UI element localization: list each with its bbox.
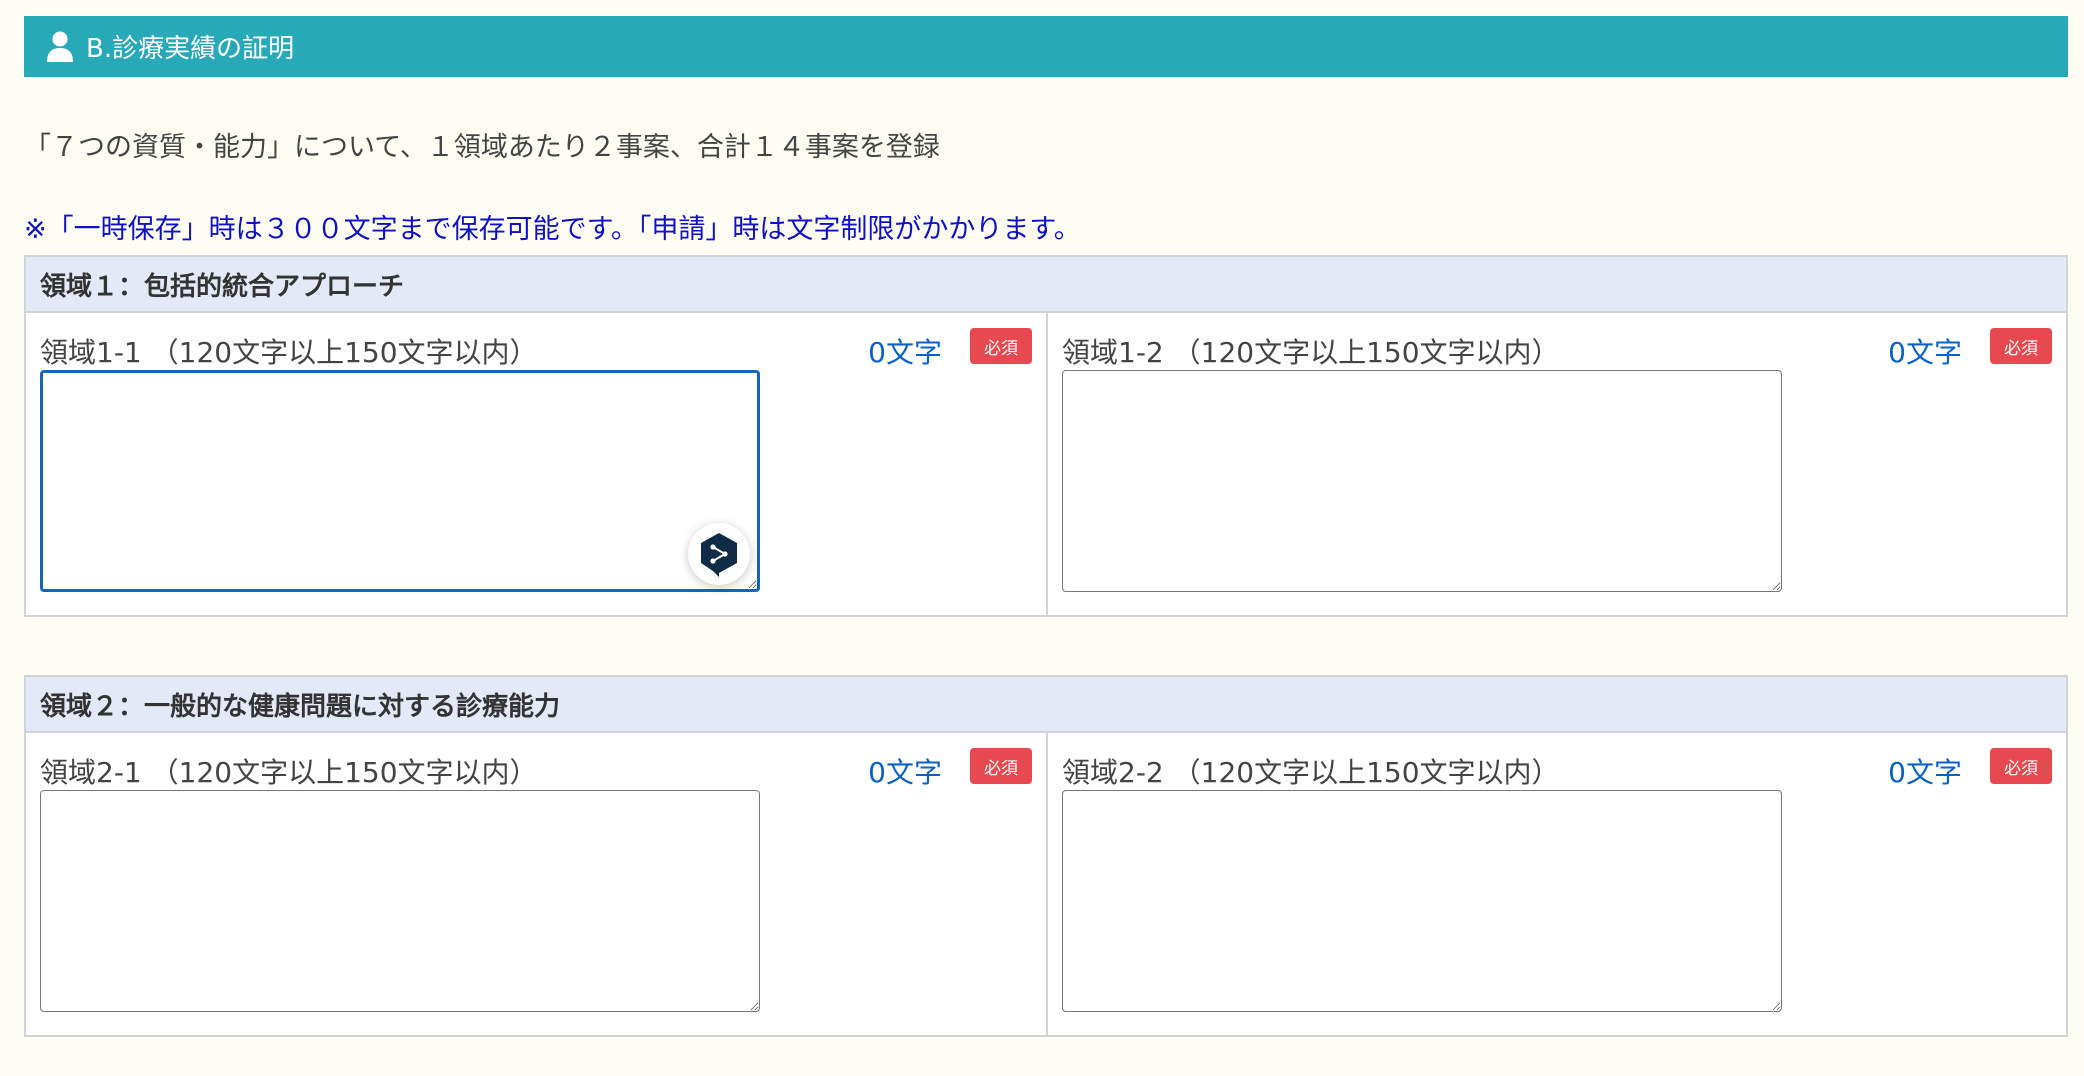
item-1-2-required-badge: 必須: [1990, 328, 2052, 364]
intro-text: 「７つの資質・能力」について、１領域あたり２事案、合計１４事案を登録: [24, 132, 940, 163]
save-note: ※「一時保存」時は３００文字まで保存可能です。「申請」時は文字制限がかかります。: [24, 214, 1081, 245]
item-1-1-char-count: 0文字: [868, 336, 942, 369]
item-2-1-char-count: 0文字: [868, 756, 942, 789]
page: B.診療実績の証明 「７つの資質・能力」について、１領域あたり２事案、合計１４事…: [24, 16, 2068, 1037]
domain-1-panel: 領域１：包括的統合アプローチ 領域1-1 （120文字以上150文字以内） 0文…: [24, 255, 2068, 617]
domain-2-body: 領域2-1 （120文字以上150文字以内） 0文字 必須 領域2-2 （120…: [26, 733, 2066, 1035]
item-1-1-required-badge: 必須: [970, 328, 1032, 364]
item-1-2-label: 領域1-2 （120文字以上150文字以内）: [1062, 336, 1560, 369]
item-2-2-textarea[interactable]: [1062, 790, 1782, 1012]
section-header: B.診療実績の証明: [24, 16, 2068, 77]
item-2-1-textarea[interactable]: [40, 790, 760, 1012]
person-icon: [47, 31, 73, 62]
domain-1-title: 領域１：包括的統合アプローチ: [26, 257, 2066, 313]
domain-1-body: 領域1-1 （120文字以上150文字以内） 0文字 必須 領域1-2 （120…: [26, 313, 2066, 615]
item-1-1-label: 領域1-1 （120文字以上150文字以内）: [40, 336, 538, 369]
item-1-1: 領域1-1 （120文字以上150文字以内） 0文字 必須: [26, 313, 1046, 615]
item-2-1-label: 領域2-1 （120文字以上150文字以内）: [40, 756, 538, 789]
domain-2-panel: 領域２：一般的な健康問題に対する診療能力 領域2-1 （120文字以上150文字…: [24, 675, 2068, 1037]
translate-assistant-button[interactable]: [688, 523, 750, 585]
item-2-2: 領域2-2 （120文字以上150文字以内） 0文字 必須: [1046, 733, 2066, 1035]
item-1-1-textarea[interactable]: [40, 370, 760, 592]
item-2-2-label: 領域2-2 （120文字以上150文字以内）: [1062, 756, 1560, 789]
item-2-1: 領域2-1 （120文字以上150文字以内） 0文字 必須: [26, 733, 1046, 1035]
item-2-1-required-badge: 必須: [970, 748, 1032, 784]
item-1-2: 領域1-2 （120文字以上150文字以内） 0文字 必須: [1046, 313, 2066, 615]
section-title: B.診療実績の証明: [86, 34, 295, 64]
item-1-2-char-count: 0文字: [1888, 336, 1962, 369]
item-2-2-char-count: 0文字: [1888, 756, 1962, 789]
domain-2-title: 領域２：一般的な健康問題に対する診療能力: [26, 677, 2066, 733]
item-2-2-required-badge: 必須: [1990, 748, 2052, 784]
item-1-2-textarea[interactable]: [1062, 370, 1782, 592]
translate-assistant-icon: [701, 533, 737, 577]
